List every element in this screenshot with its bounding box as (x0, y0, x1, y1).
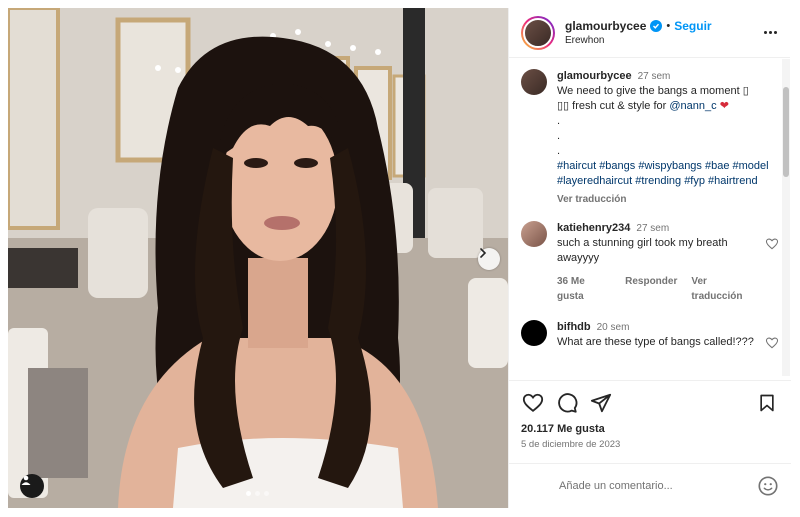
unsupported-glyph: ▯ (742, 85, 749, 97)
red-heart-emoji: ❤ (719, 100, 729, 112)
bookmark-icon[interactable] (755, 391, 779, 415)
comment-item: katiehenry234 27 sem such a stunning gir… (521, 221, 779, 304)
avatar[interactable] (521, 320, 547, 346)
avatar (523, 17, 553, 48)
comment-username[interactable]: bifhdb (557, 320, 591, 335)
add-comment-bar (509, 463, 791, 508)
more-options-icon[interactable] (760, 23, 780, 43)
separator-dot: • (666, 20, 671, 32)
comment-timestamp[interactable]: 20 sem (597, 320, 630, 335)
post-actions: 20.117 Me gusta 5 de diciembre de 2023 (509, 380, 791, 460)
comment-input[interactable] (559, 480, 757, 492)
caption-entry: glamourbycee 27 sem We need to give the … (521, 69, 779, 207)
caption-text: We need to give the bangs a moment ▯ ▯▯ … (557, 84, 779, 159)
caption-hashtags[interactable]: #haircut #bangs #wispybangs #bae #model … (557, 159, 779, 189)
author-username[interactable]: glamourbycee (565, 19, 646, 33)
user-tag-button[interactable] (20, 474, 44, 498)
comments-scrollbar[interactable] (782, 59, 790, 376)
caption-dot: . (557, 130, 561, 142)
carousel-indicator (246, 491, 269, 496)
caption-timestamp[interactable]: 27 sem (638, 69, 671, 84)
post-side-panel: glamourbycee • Seguir Erewhon glamourbyc… (508, 8, 791, 508)
chevron-right-icon (480, 248, 487, 258)
scrollbar-thumb[interactable] (783, 87, 789, 177)
post-photo (8, 8, 508, 508)
unsupported-glyphs: ▯▯ (557, 100, 570, 112)
caption-dot: . (557, 145, 561, 157)
comment-text: such a stunning girl took my breath away… (557, 237, 728, 264)
comment-bubble-icon[interactable] (555, 391, 579, 415)
comment-text: What are these type of bangs called!??? (557, 336, 754, 348)
smiley-face-icon[interactable] (757, 475, 779, 497)
caption-line-1: We need to give the bangs a moment (557, 85, 743, 97)
reply-button[interactable]: Responder (625, 274, 677, 304)
author-info: glamourbycee • Seguir Erewhon (565, 19, 760, 46)
author-avatar-story-ring[interactable] (521, 15, 555, 50)
heart-outline-icon[interactable] (521, 391, 545, 415)
paper-plane-icon[interactable] (589, 391, 613, 415)
carousel-dot (246, 491, 251, 496)
caption-username[interactable]: glamourbycee (557, 69, 632, 84)
comment-like-heart-icon[interactable] (765, 237, 779, 251)
comment-likes-count[interactable]: 36 Me gusta (557, 274, 611, 304)
avatar[interactable] (521, 221, 547, 247)
caption-dot: . (557, 115, 561, 127)
comment-timestamp[interactable]: 27 sem (636, 221, 669, 236)
caption-line-2: fresh cut & style for (569, 100, 670, 112)
post-dialog: glamourbycee • Seguir Erewhon glamourbyc… (8, 8, 791, 508)
follow-button[interactable]: Seguir (674, 19, 711, 33)
post-header: glamourbycee • Seguir Erewhon (509, 8, 790, 58)
post-location[interactable]: Erewhon (565, 35, 760, 46)
caption-translate-link[interactable]: Ver traducción (557, 192, 779, 207)
post-media[interactable] (8, 8, 508, 508)
comment-item: bifhdb 20 sem What are these type of ban… (521, 320, 779, 350)
user-tag-icon (21, 475, 31, 485)
next-photo-button[interactable] (478, 248, 500, 270)
comment-like-heart-icon[interactable] (765, 336, 779, 350)
carousel-dot (264, 491, 269, 496)
comment-meta: 36 Me gusta Responder Ver traducción (557, 274, 757, 304)
comments-section: glamourbycee 27 sem We need to give the … (509, 59, 791, 376)
mention-link[interactable]: @nann_c (669, 100, 716, 112)
comment-username[interactable]: katiehenry234 (557, 221, 630, 236)
comment-translate-link[interactable]: Ver traducción (691, 274, 757, 304)
avatar[interactable] (521, 69, 547, 95)
verified-badge-icon (650, 20, 663, 32)
post-date[interactable]: 5 de diciembre de 2023 (521, 439, 779, 450)
likes-count[interactable]: 20.117 Me gusta (521, 423, 779, 435)
carousel-dot (255, 491, 260, 496)
